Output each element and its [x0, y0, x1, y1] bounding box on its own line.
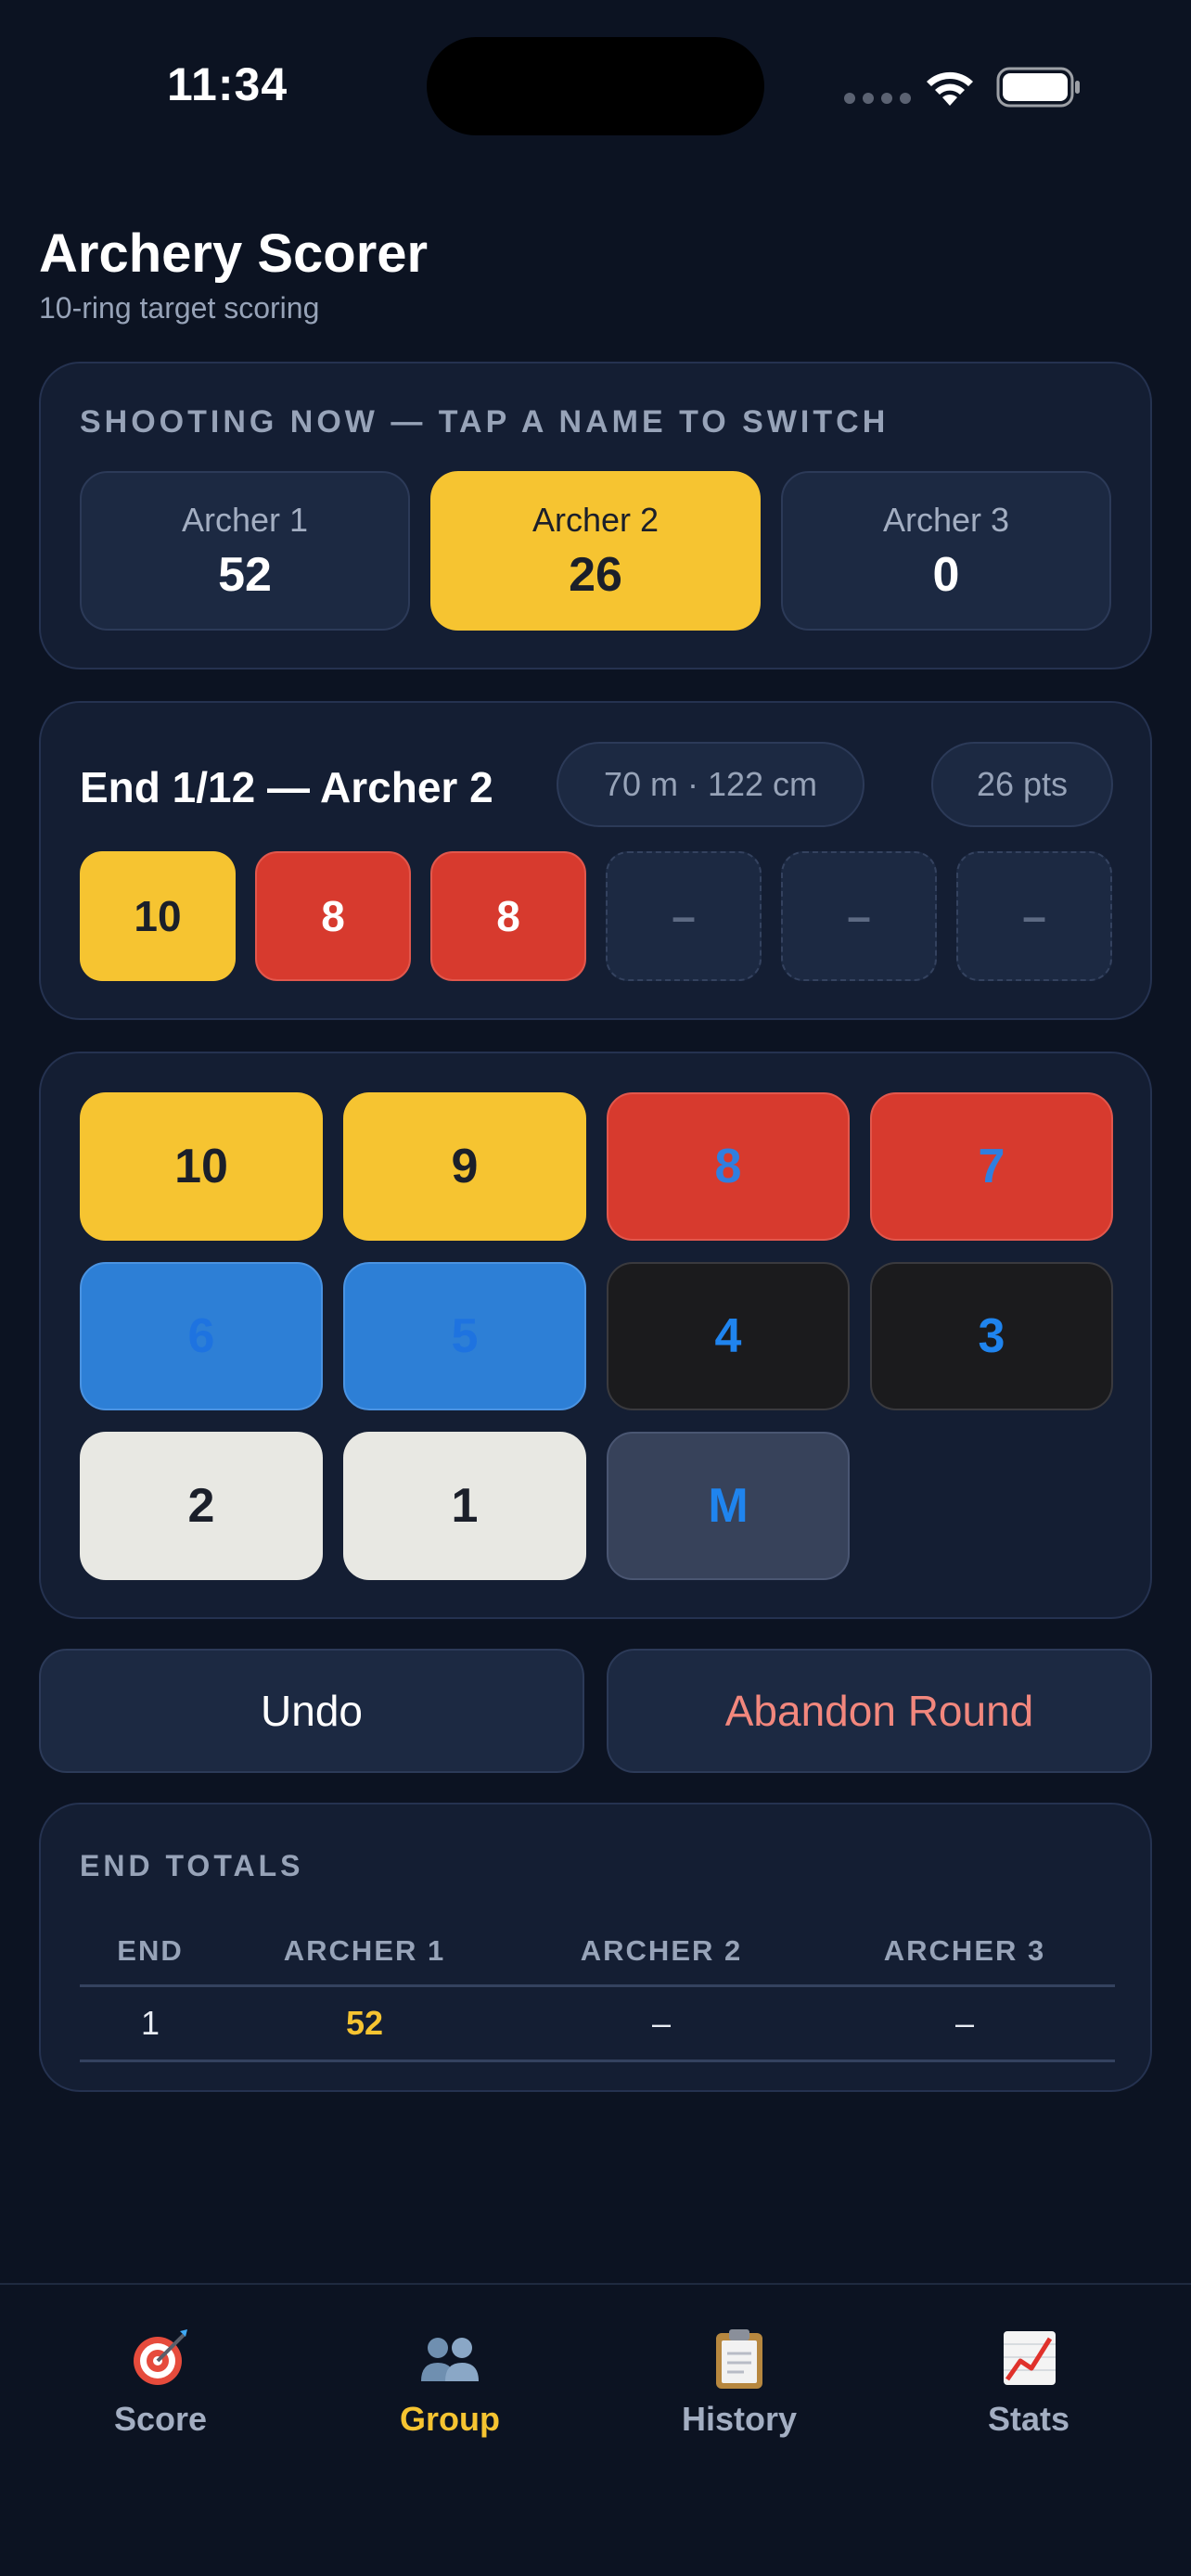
table-cell: –: [954, 2004, 975, 2042]
undo-button[interactable]: Undo: [39, 1649, 584, 1773]
tab-stats[interactable]: Stats: [899, 2326, 1159, 2455]
table-row: 1 52 – –: [80, 1987, 1115, 2062]
column-header-archer-2: ARCHER 2: [580, 1934, 743, 1967]
end-totals-table: END ARCHER 1 ARCHER 2 ARCHER 3 1 52 – –: [80, 1918, 1115, 2062]
archer-score: 52: [218, 548, 272, 602]
tab-history[interactable]: History: [609, 2326, 869, 2455]
table-cell: 1: [140, 2004, 160, 2042]
arrow-slot-6[interactable]: –: [956, 851, 1112, 981]
archer-selector-card: SHOOTING NOW — TAP A NAME TO SWITCH Arch…: [39, 362, 1152, 670]
archer-score: 0: [932, 548, 960, 602]
score-key-miss[interactable]: M: [607, 1432, 850, 1580]
arrow-slot-2[interactable]: 8: [255, 851, 411, 981]
score-key-7[interactable]: 7: [870, 1092, 1113, 1241]
archer-name: Archer 3: [882, 501, 1010, 539]
tab-label: Stats: [987, 2400, 1070, 2438]
archer-tile-3[interactable]: Archer 3 0: [781, 471, 1111, 631]
column-header-archer-3: ARCHER 3: [883, 1934, 1046, 1967]
tab-label: History: [681, 2400, 798, 2438]
archer-tile-1[interactable]: Archer 1 52: [80, 471, 410, 631]
shooting-now-label: SHOOTING NOW — TAP A NAME TO SWITCH: [80, 404, 890, 440]
tab-bar: Score Group History Stats: [0, 2283, 1191, 2576]
archer-name: Archer 2: [531, 501, 660, 539]
distance-badge: 70 m · 122 cm: [557, 742, 864, 827]
target-icon: [31, 2326, 290, 2405]
end-points-badge: 26 pts: [931, 742, 1113, 827]
battery-icon: [996, 67, 1080, 108]
score-key-5[interactable]: 5: [343, 1262, 586, 1410]
archer-score: 26: [569, 548, 622, 602]
score-key-1[interactable]: 1: [343, 1432, 586, 1580]
end-totals-card: END TOTALS END ARCHER 1 ARCHER 2 ARCHER …: [39, 1803, 1152, 2092]
wifi-icon: [927, 71, 973, 106]
table-header-row: END ARCHER 1 ARCHER 2 ARCHER 3: [80, 1918, 1115, 1987]
score-key-8[interactable]: 8: [607, 1092, 850, 1241]
clipboard-icon: [609, 2326, 869, 2405]
page-subtitle: 10-ring target scoring: [39, 291, 320, 325]
abandon-round-button[interactable]: Abandon Round: [607, 1649, 1152, 1773]
archer-tile-2[interactable]: Archer 2 26: [430, 471, 761, 631]
score-key-4[interactable]: 4: [607, 1262, 850, 1410]
arrow-slot-3[interactable]: 8: [430, 851, 586, 981]
arrow-slot-4[interactable]: –: [606, 851, 762, 981]
status-bar: 11:34: [0, 0, 1191, 176]
table-cell: 52: [345, 2004, 384, 2042]
chart-icon: [899, 2326, 1159, 2405]
arrow-slot-1[interactable]: 10: [80, 851, 236, 981]
tab-group[interactable]: Group: [320, 2326, 580, 2455]
status-time: 11:34: [167, 58, 288, 110]
column-header-archer-1: ARCHER 1: [283, 1934, 446, 1967]
people-icon: [320, 2326, 580, 2405]
column-header-end: END: [117, 1934, 184, 1967]
score-keypad: 10 9 8 7 6 5 4 3 2 1 M: [39, 1052, 1152, 1619]
end-title: End 1/12 — Archer 2: [80, 763, 493, 811]
dynamic-island: [427, 37, 764, 135]
tab-label: Group: [400, 2400, 500, 2438]
table-cell: –: [651, 2004, 672, 2042]
score-key-3[interactable]: 3: [870, 1262, 1113, 1410]
score-key-10[interactable]: 10: [80, 1092, 323, 1241]
score-key-9[interactable]: 9: [343, 1092, 586, 1241]
tab-label: Score: [113, 2400, 208, 2438]
current-end-card: End 1/12 — Archer 2 70 m · 122 cm 26 pts…: [39, 701, 1152, 1020]
score-key-6[interactable]: 6: [80, 1262, 323, 1410]
end-totals-label: END TOTALS: [80, 1849, 304, 1882]
arrow-slot-5[interactable]: –: [781, 851, 937, 981]
page-title: Archery Scorer: [39, 223, 429, 284]
archer-name: Archer 1: [181, 501, 309, 539]
cellular-signal-icon: [844, 93, 911, 104]
score-key-2[interactable]: 2: [80, 1432, 323, 1580]
tab-score[interactable]: Score: [31, 2326, 290, 2455]
